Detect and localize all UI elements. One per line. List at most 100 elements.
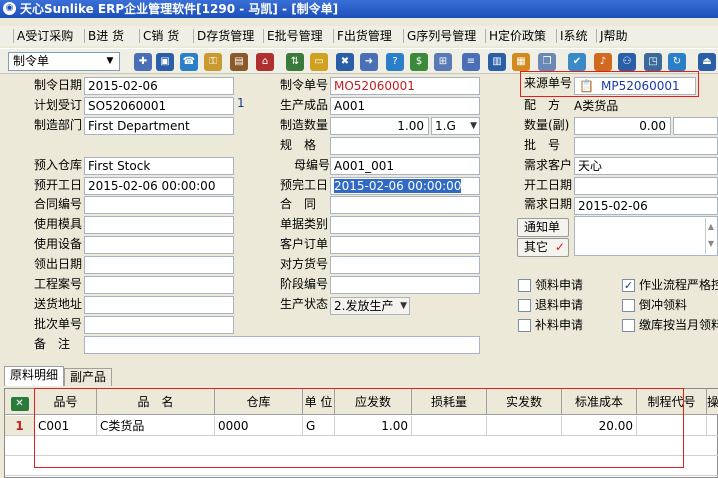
monthly-stockin-checkbox[interactable]: [622, 319, 635, 332]
qty-sub-unit-field[interactable]: [673, 117, 718, 135]
doc-icon[interactable]: ▥: [488, 53, 506, 71]
issue-date-field[interactable]: [84, 256, 234, 274]
menu-system[interactable]: I系统: [556, 28, 588, 44]
notify-button[interactable]: 通知单: [517, 218, 569, 237]
label-dept: 制造部门: [34, 118, 83, 132]
demand-date-field[interactable]: 2015-02-06: [574, 197, 718, 215]
customer-order-field[interactable]: [330, 236, 480, 254]
menu-shipping[interactable]: F出货管理: [333, 28, 392, 44]
excel-export-icon[interactable]: ✕: [5, 389, 35, 415]
label-counterpart-item: 对方货号: [280, 257, 329, 271]
supplement-request-checkbox[interactable]: [518, 319, 531, 332]
mold-field[interactable]: [84, 216, 234, 234]
menu-help[interactable]: J帮助: [596, 28, 628, 44]
label-source-no: 来源单号: [524, 76, 573, 90]
equipment-field[interactable]: [84, 236, 234, 254]
plan-order-field[interactable]: SO52060001: [84, 97, 234, 115]
help-icon[interactable]: ?: [386, 53, 404, 71]
menu-pricing[interactable]: H定价政策: [484, 28, 546, 44]
tab-materials[interactable]: 原料明细: [4, 366, 65, 386]
warehouse-field[interactable]: First Stock: [84, 157, 234, 175]
quantity-field[interactable]: 1.00: [330, 117, 429, 135]
unit-select[interactable]: 1.G ▼: [431, 117, 480, 135]
doc-type-select[interactable]: 制令单 ▼: [8, 52, 120, 71]
stack-icon[interactable]: ▦: [512, 53, 530, 71]
end-date-field[interactable]: 2015-02-06 00:00:00: [330, 177, 480, 195]
new-icon[interactable]: ✚: [134, 53, 152, 71]
menu-purchase[interactable]: A受订采购: [12, 28, 73, 44]
status-select[interactable]: 2.发放生产 ▼: [330, 297, 410, 315]
demand-customer-field[interactable]: 天心: [574, 157, 718, 175]
address-field[interactable]: [84, 296, 234, 314]
menu-sales[interactable]: C销 货: [138, 28, 179, 44]
scrollbar[interactable]: ▲ ▼: [705, 218, 716, 254]
menu-batch[interactable]: E批号管理: [263, 28, 323, 44]
contract-no-field[interactable]: [84, 196, 234, 214]
cell-extra[interactable]: [707, 416, 718, 436]
refresh-icon[interactable]: ↻: [668, 53, 686, 71]
return-request-checkbox[interactable]: [518, 299, 531, 312]
label-contract-no: 合同编号: [34, 197, 83, 211]
source-no-field[interactable]: 📋 MP52060001: [574, 77, 696, 95]
grid-highlight: [34, 388, 684, 468]
start-date-field[interactable]: 2015-02-06 00:00:00: [84, 177, 234, 195]
backflush-checkbox[interactable]: [622, 299, 635, 312]
label-qty-sub: 数量(副): [524, 118, 570, 132]
arrow-icon[interactable]: ➜: [360, 53, 378, 71]
spec-field[interactable]: [330, 137, 480, 155]
sort-icon[interactable]: ⇅: [286, 53, 304, 71]
briefcase-icon[interactable]: ▤: [230, 53, 248, 71]
dept-field[interactable]: First Department: [84, 117, 234, 135]
monitor-icon[interactable]: ▣: [156, 53, 174, 71]
chevron-down-icon: ▼: [106, 56, 114, 66]
label-end-date: 预完工日: [280, 178, 329, 192]
label-stage-no: 阶段编号: [280, 277, 329, 291]
app-logo-icon: ◉: [3, 2, 16, 15]
bell-icon[interactable]: ♪: [594, 53, 612, 71]
money-icon[interactable]: $: [410, 53, 428, 71]
lot-no-field[interactable]: [574, 137, 718, 155]
product-field[interactable]: A001: [330, 97, 480, 115]
menu-serial[interactable]: G序列号管理: [402, 28, 476, 44]
parent-no-field[interactable]: A001_001: [330, 157, 480, 175]
project-field[interactable]: [84, 276, 234, 294]
label-contract: 合 同: [280, 197, 317, 211]
cart-icon[interactable]: ⊞: [434, 53, 452, 71]
menu-receiving[interactable]: B进 货: [83, 28, 124, 44]
start-work-field[interactable]: [574, 177, 718, 195]
label-mold: 使用模具: [34, 217, 83, 231]
unit-value: 1.G: [435, 119, 456, 133]
qty-sub-field[interactable]: 0.00: [574, 117, 671, 135]
phone-icon[interactable]: ☎: [180, 53, 198, 71]
label-project: 工程案号: [34, 277, 83, 291]
contract-field[interactable]: [330, 196, 480, 214]
order-date-field[interactable]: 2015-02-06: [84, 77, 234, 95]
menu-bar: A受订采购 B进 货 C销 货 D存货管理 E批号管理 F出货管理 G序列号管理…: [0, 26, 718, 46]
material-request-label: 领料申请: [535, 278, 584, 292]
home-icon[interactable]: ⌂: [256, 53, 274, 71]
lock-icon[interactable]: ⚿: [204, 53, 222, 71]
mo-no-field[interactable]: MO52060001: [330, 77, 480, 95]
batch-no-field[interactable]: [84, 316, 234, 334]
remarks-field[interactable]: [84, 336, 480, 354]
col-extra[interactable]: 操: [707, 389, 718, 415]
stage-no-field[interactable]: [330, 276, 480, 294]
exit-icon[interactable]: ⏏: [698, 53, 716, 71]
window-icon[interactable]: ◳: [644, 53, 662, 71]
material-request-checkbox[interactable]: [518, 279, 531, 292]
other-button[interactable]: 其它 ✓: [517, 238, 569, 257]
tab-byproducts[interactable]: 副产品: [64, 368, 113, 386]
doc-category-field[interactable]: [330, 216, 480, 234]
check-icon[interactable]: ✔: [568, 53, 586, 71]
folder-icon[interactable]: ▭: [310, 53, 328, 71]
tree-icon[interactable]: ⚇: [618, 53, 636, 71]
list-icon[interactable]: ≡: [462, 53, 480, 71]
strict-workflow-checkbox[interactable]: ✓: [622, 279, 635, 292]
menu-inventory[interactable]: D存货管理: [192, 28, 254, 44]
delete-icon[interactable]: ✖: [336, 53, 354, 71]
notes-area[interactable]: ▲ ▼: [574, 216, 718, 256]
label-demand-customer: 需求客户: [524, 158, 573, 172]
counterpart-item-field[interactable]: [330, 256, 480, 274]
copy-icon[interactable]: ❐: [538, 53, 556, 71]
strict-workflow-label: 作业流程严格控: [639, 278, 718, 292]
